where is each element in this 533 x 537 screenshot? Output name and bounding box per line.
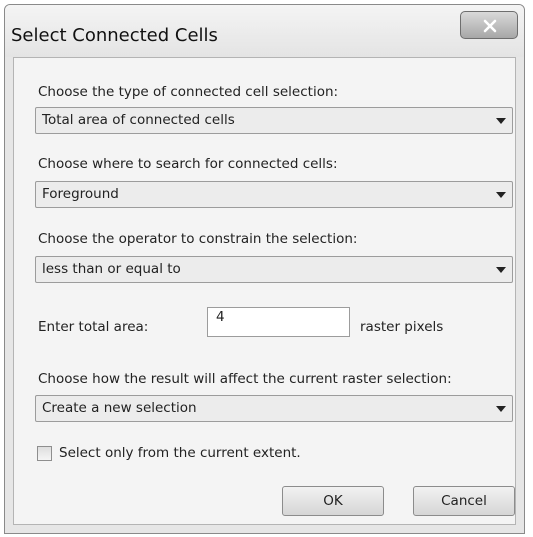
close-button[interactable] <box>460 11 518 39</box>
search-where-label: Choose where to search for connected cel… <box>38 156 338 172</box>
current-extent-checkbox[interactable] <box>37 446 52 461</box>
chevron-down-icon <box>496 118 506 124</box>
total-area-input[interactable] <box>207 307 350 337</box>
dialog-title: Select Connected Cells <box>11 25 218 46</box>
dialog-body: Choose the type of connected cell select… <box>13 57 516 525</box>
total-area-label: Enter total area: <box>38 319 149 335</box>
cancel-button[interactable]: Cancel <box>413 486 515 516</box>
current-extent-label[interactable]: Select only from the current extent. <box>59 445 301 461</box>
operator-value: less than or equal to <box>42 261 181 277</box>
search-where-dropdown[interactable]: Foreground <box>35 181 513 208</box>
total-area-unit-label: raster pixels <box>360 319 444 335</box>
close-x-icon <box>483 19 497 33</box>
select-connected-cells-dialog: Select Connected Cells Choose the type o… <box>4 4 525 534</box>
chevron-down-icon <box>496 406 506 412</box>
title-bar[interactable]: Select Connected Cells <box>5 5 524 57</box>
result-effect-label: Choose how the result will affect the cu… <box>38 371 452 387</box>
search-where-value: Foreground <box>42 186 119 202</box>
ok-button[interactable]: OK <box>282 486 384 516</box>
selection-type-label: Choose the type of connected cell select… <box>38 84 339 100</box>
operator-dropdown[interactable]: less than or equal to <box>35 256 513 283</box>
selection-type-dropdown[interactable]: Total area of connected cells <box>35 107 513 134</box>
result-effect-value: Create a new selection <box>42 400 197 416</box>
selection-type-value: Total area of connected cells <box>42 112 235 128</box>
chevron-down-icon <box>496 267 506 273</box>
chevron-down-icon <box>496 192 506 198</box>
operator-label: Choose the operator to constrain the sel… <box>38 231 358 247</box>
result-effect-dropdown[interactable]: Create a new selection <box>35 395 513 422</box>
